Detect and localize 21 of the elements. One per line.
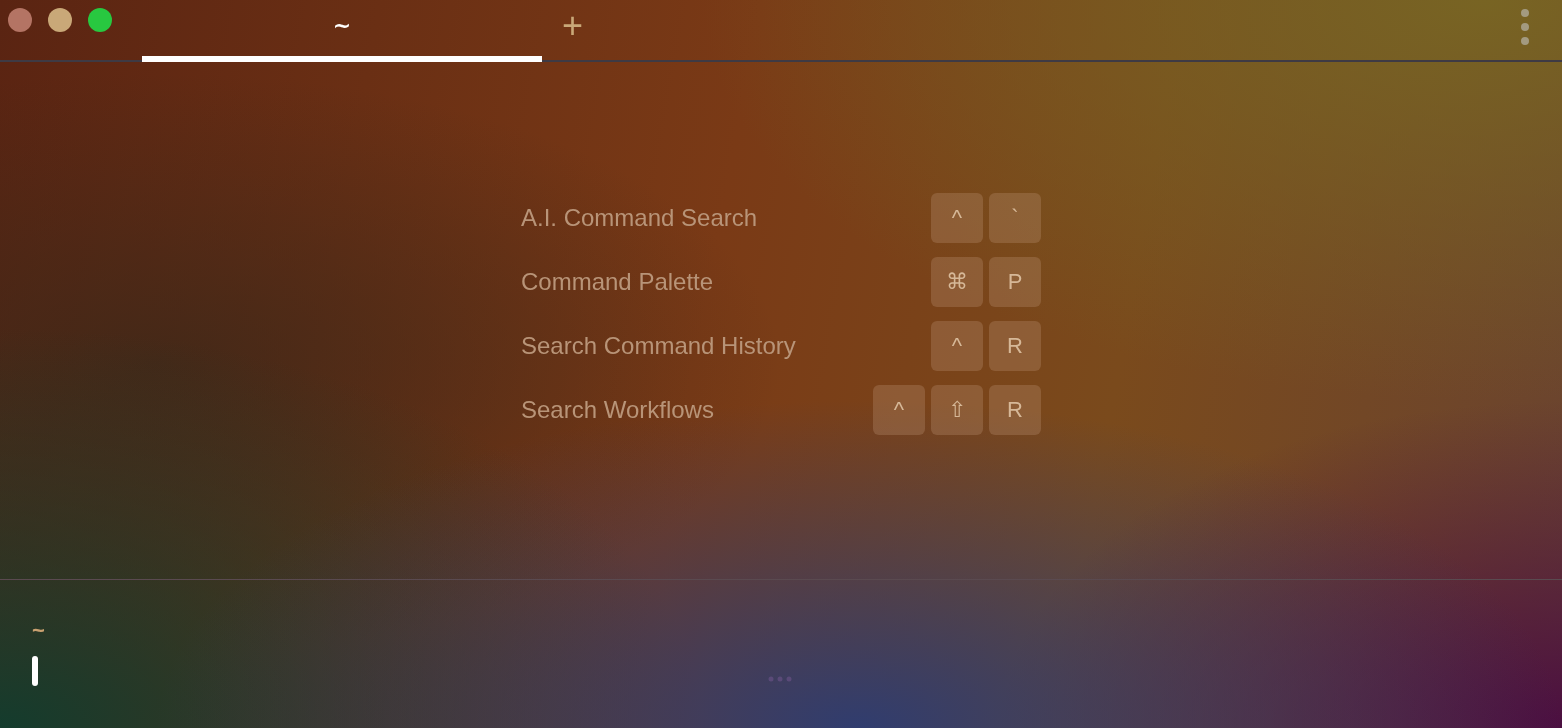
- keycap: ^: [873, 385, 925, 435]
- shortcut-label: Command Palette: [521, 268, 714, 296]
- text-cursor: [32, 656, 38, 686]
- keycap: ⇧: [931, 385, 983, 435]
- window-control-button[interactable]: [48, 8, 72, 32]
- keycap: R: [989, 385, 1041, 435]
- ellipsis-icon: [768, 676, 792, 682]
- shortcut-label: Search Command History: [521, 332, 796, 360]
- keycap: ^: [931, 321, 983, 371]
- window-control-button[interactable]: [8, 8, 32, 32]
- shortcut-label: Search Workflows: [521, 396, 714, 424]
- keycap: ⌘: [931, 257, 983, 307]
- keycap: R: [989, 321, 1041, 371]
- new-tab-button[interactable]: +: [556, 8, 590, 44]
- window-control-button[interactable]: [88, 8, 112, 32]
- terminal-tab[interactable]: ~: [142, 0, 542, 62]
- shortcut-label: A.I. Command Search: [521, 204, 758, 232]
- prompt-directory: ~: [32, 618, 46, 644]
- keycap: P: [989, 257, 1041, 307]
- keycap: `: [989, 193, 1041, 243]
- keycap: ^: [931, 193, 983, 243]
